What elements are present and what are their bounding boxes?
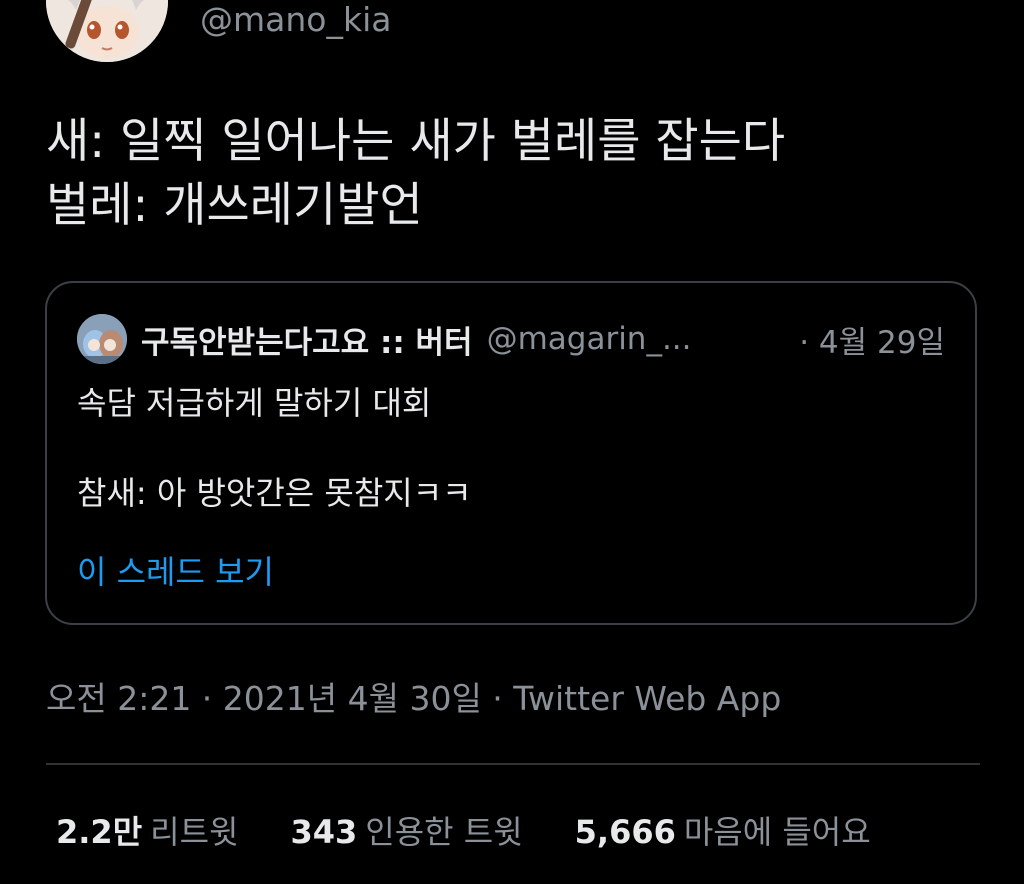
quoted-tweet-body: 속담 저급하게 말하기 대회 참새: 아 방앗간은 못참지ㅋㅋ (77, 381, 937, 515)
quoted-author-name[interactable]: 구독안받는다고요 :: 버터 (141, 317, 473, 362)
quoted-tweet-header: 구독안받는다고요 :: 버터 @magarin_... · 4월 29일 (77, 311, 945, 367)
quoted-tweet-blank-line (77, 425, 937, 471)
quoted-author-avatar[interactable] (77, 314, 127, 364)
tweet-text: 새: 일찍 일어나는 새가 벌레를 잡는다 벌레: 개쓰레기발언 (46, 110, 986, 238)
tweet-stats: 2.2만 리트윗 343 인용한 트윗 5,666 마음에 들어요 (56, 806, 923, 854)
quoted-author-handle[interactable]: @magarin_... (487, 321, 692, 357)
quote-tweets-stat[interactable]: 343 인용한 트윗 (290, 807, 522, 853)
retweets-label: 리트윗 (150, 813, 239, 851)
retweets-count: 2.2만 (56, 813, 143, 851)
author-avatar-image (46, 0, 168, 62)
quoted-tweet-date[interactable]: · 4월 29일 (799, 317, 945, 362)
show-thread-link[interactable]: 이 스레드 보기 (77, 547, 274, 593)
author-handle[interactable]: @mano_kia (200, 0, 391, 40)
quoted-tweet-card[interactable]: 구독안받는다고요 :: 버터 @magarin_... · 4월 29일 속담 … (45, 281, 977, 625)
quoted-avatar-image (77, 314, 127, 364)
retweets-stat[interactable]: 2.2만 리트윗 (56, 807, 238, 853)
quote-tweets-count: 343 (290, 813, 358, 851)
quote-tweets-label: 인용한 트윗 (365, 813, 523, 851)
tweet-text-line: 새: 일찍 일어나는 새가 벌레를 잡는다 (46, 114, 786, 169)
quoted-tweet-line: 속담 저급하게 말하기 대회 (77, 384, 432, 422)
author-avatar[interactable] (46, 0, 168, 62)
tweet-metadata: 오전 2:21 · 2021년 4월 30일 · Twitter Web App (46, 679, 782, 718)
quoted-tweet-line: 참새: 아 방앗간은 못참지ㅋㅋ (77, 474, 472, 512)
divider (46, 763, 980, 765)
likes-count: 5,666 (574, 813, 676, 851)
likes-label: 마음에 들어요 (683, 813, 871, 851)
tweet-text-line: 벌레: 개쓰레기발언 (46, 178, 423, 233)
likes-stat[interactable]: 5,666 마음에 들어요 (575, 807, 871, 853)
